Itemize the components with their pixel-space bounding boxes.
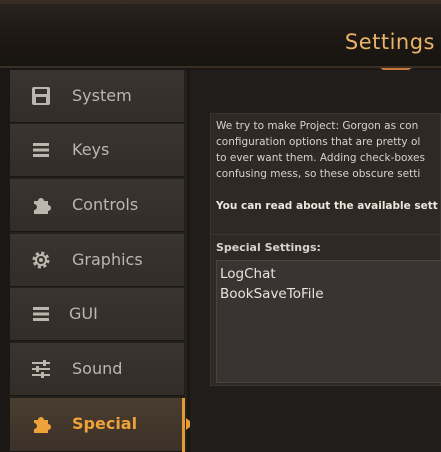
sidebar-item-gui[interactable]: GUI [10,288,184,341]
list-lines-icon [30,139,52,161]
read-more-text: You can read about the available sett [216,200,438,212]
active-indicator [182,398,185,452]
description-line: We try to make Project: Gorgon as con [216,120,419,132]
description-line: confusing mess, so these obscure setti [216,168,421,180]
puzzle-piece-icon [30,194,52,216]
sidebar-item-graphics[interactable]: Graphics [10,234,184,287]
sidebar-item-keys[interactable]: Keys [10,124,184,177]
puzzle-piece-icon [30,413,52,435]
sidebar-item-special[interactable]: Special [10,398,184,452]
sidebar-item-label: Keys [72,140,110,159]
sidebar-item-label: Controls [72,195,139,214]
sidebar-item-sound[interactable]: Sound [10,343,184,396]
list-item[interactable]: LogChat [217,264,324,284]
sidebar-item-controls[interactable]: Controls [10,179,184,232]
sidebar-item-system[interactable]: System [10,70,184,123]
sidebar-item-label: Graphics [72,250,143,269]
gear-icon [30,249,52,271]
special-settings-panel: Special Settings: LogChat BookSaveToFile [210,234,441,386]
description-text: We try to make Project: Gorgon as con co… [216,118,440,182]
window-title: Settings [344,30,435,54]
special-settings-header: Special Settings: [216,241,321,254]
floppy-disk-icon [30,85,52,107]
sidebar-item-label: System [72,86,132,105]
description-line: to ever want them. Adding check-boxes [216,152,425,164]
sidebar-item-label: Special [72,414,138,433]
sidebar-item-label: Sound [72,359,123,378]
sliders-icon [30,358,52,380]
title-bar: Settings [0,0,441,68]
sidebar-item-label: GUI [69,304,98,323]
special-settings-list[interactable]: LogChat BookSaveToFile [216,260,441,383]
settings-sidebar: System Keys Controls Graphics GUI Sound [10,70,194,452]
description-line: configuration options that are pretty ol [216,136,421,148]
list-lines-icon [30,303,52,325]
list-item[interactable]: BookSaveToFile [217,284,324,304]
settings-content: We try to make Project: Gorgon as con co… [190,70,441,452]
